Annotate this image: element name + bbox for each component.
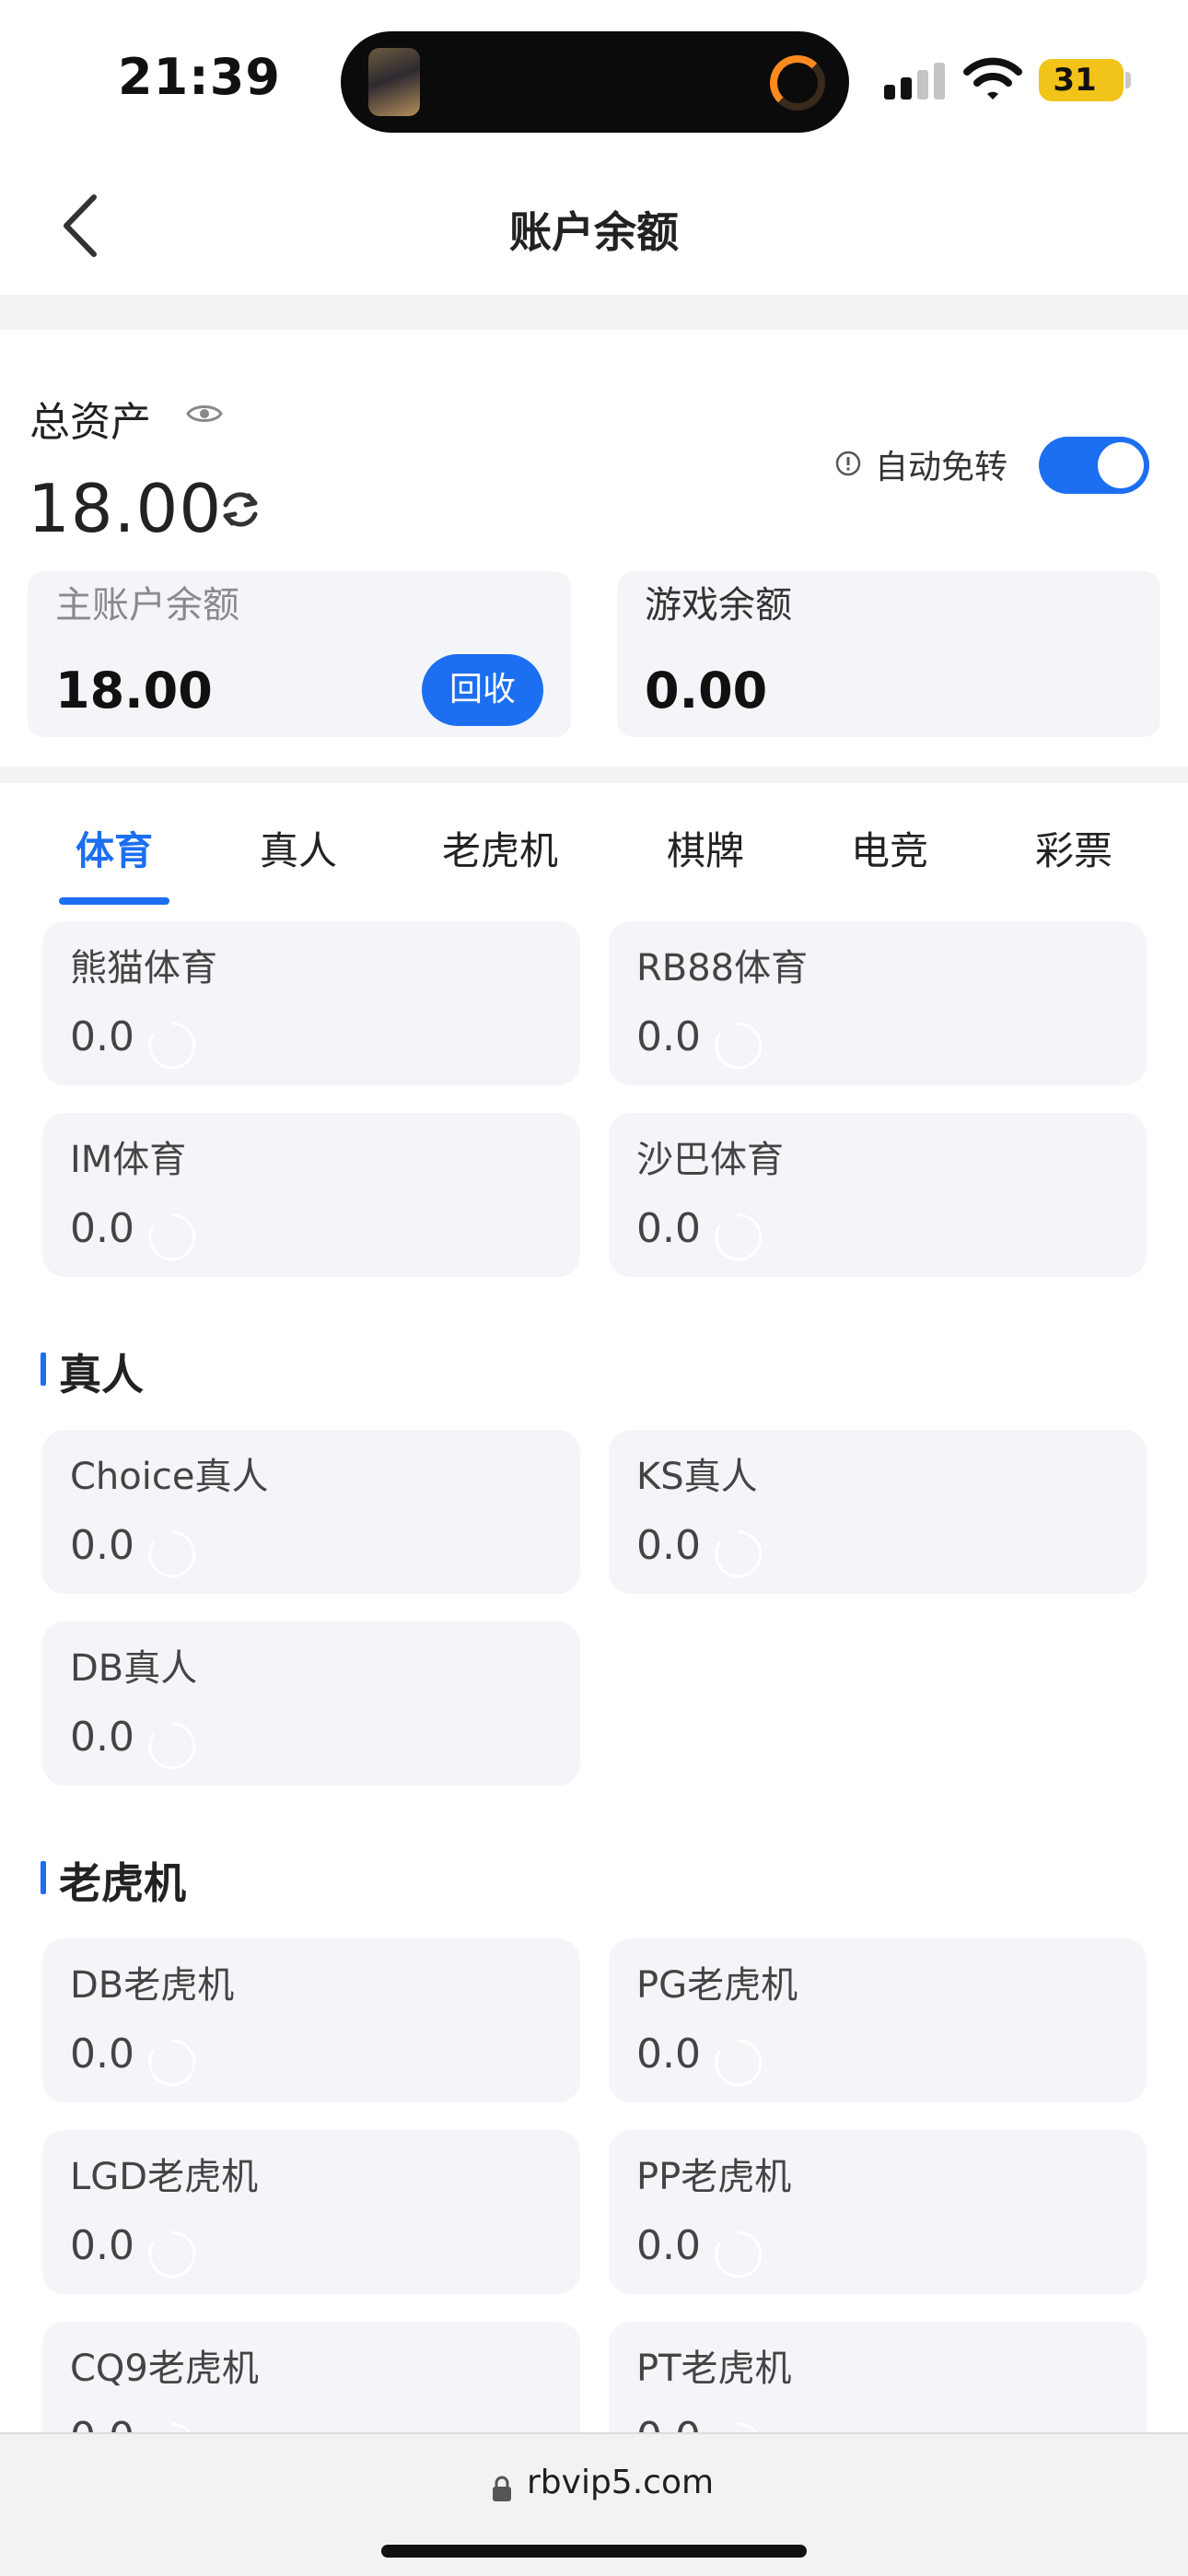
battery-level: 31 bbox=[1053, 62, 1097, 99]
game-balance: 0.0 bbox=[636, 2222, 701, 2269]
main-balance-card: 主账户余额 18.00 回收 bbox=[28, 571, 571, 737]
refresh-icon[interactable] bbox=[146, 1719, 199, 1773]
battery-tip bbox=[1125, 72, 1131, 88]
status-time: 21:39 bbox=[118, 48, 281, 106]
game-name: IM体育 bbox=[70, 1139, 187, 1181]
game-card[interactable]: KS真人 0.0 bbox=[609, 1430, 1147, 1594]
nav-header: 账户余额 bbox=[0, 157, 1188, 295]
game-card[interactable]: IM体育 0.0 bbox=[42, 1113, 580, 1277]
tab-esports[interactable]: 电竞 bbox=[851, 820, 928, 876]
category-tabs: 体育 真人 老虎机 棋牌 电竞 彩票 bbox=[0, 783, 1188, 907]
toggle-knob bbox=[1098, 442, 1144, 488]
wifi-icon bbox=[963, 57, 1022, 100]
home-indicator[interactable] bbox=[381, 2545, 807, 2558]
section-title-live: 真人 bbox=[41, 1341, 144, 1402]
game-name: LGD老虎机 bbox=[70, 2156, 259, 2198]
game-balance: 0.0 bbox=[636, 2031, 701, 2078]
tab-slots[interactable]: 老虎机 bbox=[442, 820, 558, 876]
url-text: rbvip5.com bbox=[527, 2464, 715, 2501]
section-title-slots: 老虎机 bbox=[41, 1850, 186, 1911]
game-balance-card: 游戏余额 0.00 bbox=[617, 571, 1160, 737]
game-name: PP老虎机 bbox=[636, 2156, 792, 2198]
game-balance-label: 游戏余额 bbox=[645, 584, 792, 626]
refresh-icon[interactable] bbox=[712, 1211, 765, 1264]
tab-live[interactable]: 真人 bbox=[260, 820, 337, 876]
game-balance: 0.0 bbox=[70, 1013, 134, 1060]
eye-icon[interactable] bbox=[186, 402, 223, 426]
game-card[interactable]: PP老虎机 0.0 bbox=[609, 2130, 1147, 2294]
refresh-icon[interactable] bbox=[712, 1019, 765, 1072]
section-title-text: 老虎机 bbox=[59, 1858, 186, 1908]
main-balance-amount: 18.00 bbox=[55, 662, 213, 720]
refresh-icon[interactable] bbox=[146, 2228, 199, 2281]
game-card[interactable]: DB老虎机 0.0 bbox=[42, 1938, 580, 2102]
refresh-icon[interactable] bbox=[146, 1019, 199, 1072]
game-card[interactable]: Choice真人 0.0 bbox=[42, 1430, 580, 1594]
assets-panel: 总资产 18.00 自动免转 主账户余额 18.00 回收 游戏余额 0.00 bbox=[0, 330, 1188, 767]
game-card[interactable]: RB88体育 0.0 bbox=[609, 921, 1147, 1085]
game-name: RB88体育 bbox=[636, 947, 809, 989]
game-name: KS真人 bbox=[636, 1456, 758, 1498]
game-balance: 0.0 bbox=[636, 1522, 701, 1569]
dynamic-island-app-icon bbox=[368, 48, 420, 116]
game-card[interactable]: 熊猫体育 0.0 bbox=[42, 921, 580, 1085]
game-balance: 0.0 bbox=[636, 1205, 701, 1252]
section-title-text: 真人 bbox=[59, 1350, 144, 1399]
game-name: Choice真人 bbox=[70, 1456, 269, 1498]
game-balance: 0.0 bbox=[70, 2222, 134, 2269]
dynamic-island bbox=[341, 31, 849, 133]
signal-icon bbox=[884, 63, 945, 100]
game-name: DB真人 bbox=[70, 1647, 198, 1690]
battery-icon: 31 bbox=[1039, 59, 1124, 101]
refresh-icon[interactable] bbox=[712, 2036, 765, 2090]
game-card[interactable]: DB真人 0.0 bbox=[42, 1622, 580, 1786]
total-assets-label: 总资产 bbox=[29, 399, 151, 446]
game-card[interactable]: PG老虎机 0.0 bbox=[609, 1938, 1147, 2102]
recover-button[interactable]: 回收 bbox=[422, 654, 543, 726]
page-title: 账户余额 bbox=[509, 207, 679, 257]
refresh-icon[interactable] bbox=[217, 486, 263, 533]
info-icon[interactable] bbox=[834, 450, 862, 477]
game-balance: 0.0 bbox=[70, 2031, 134, 2078]
main-balance-label: 主账户余额 bbox=[55, 584, 239, 626]
refresh-icon[interactable] bbox=[146, 1528, 199, 1581]
browser-url-bar[interactable]: rbvip5.com bbox=[0, 2432, 1188, 2576]
game-card[interactable]: LGD老虎机 0.0 bbox=[42, 2130, 580, 2294]
tab-indicator bbox=[59, 897, 169, 905]
game-name: DB老虎机 bbox=[70, 1964, 235, 2007]
activity-ring-icon bbox=[770, 55, 825, 111]
tab-lottery[interactable]: 彩票 bbox=[1035, 820, 1112, 876]
refresh-icon[interactable] bbox=[146, 2036, 199, 2090]
lock-icon bbox=[493, 2476, 511, 2501]
game-name: PT老虎机 bbox=[636, 2348, 792, 2390]
game-name: PG老虎机 bbox=[636, 1964, 798, 2007]
game-name: 熊猫体育 bbox=[70, 947, 217, 989]
tab-chess[interactable]: 棋牌 bbox=[667, 820, 744, 876]
refresh-icon[interactable] bbox=[712, 1528, 765, 1581]
divider bbox=[0, 767, 1188, 783]
game-balance-amount: 0.00 bbox=[645, 662, 768, 720]
refresh-icon[interactable] bbox=[146, 1211, 199, 1264]
tab-sports[interactable]: 体育 bbox=[76, 820, 153, 876]
auto-transfer-label: 自动免转 bbox=[875, 449, 1008, 486]
account-balance-page: 21:39 31 账户余额 总资产 18.00 自动免转 主账户余额 18.00… bbox=[0, 0, 1188, 2576]
status-bar: 21:39 31 bbox=[0, 0, 1188, 157]
game-balance: 0.0 bbox=[636, 1013, 701, 1060]
game-name: CQ9老虎机 bbox=[70, 2348, 259, 2390]
auto-transfer-toggle[interactable] bbox=[1039, 437, 1149, 494]
game-balance: 0.0 bbox=[70, 1522, 134, 1569]
refresh-icon[interactable] bbox=[712, 2228, 765, 2281]
total-assets-amount: 18.00 bbox=[28, 470, 223, 547]
game-name: 沙巴体育 bbox=[636, 1139, 784, 1181]
game-balance: 0.0 bbox=[70, 1205, 134, 1252]
game-card[interactable]: 沙巴体育 0.0 bbox=[609, 1113, 1147, 1277]
divider bbox=[0, 295, 1188, 330]
game-balance: 0.0 bbox=[70, 1714, 134, 1761]
